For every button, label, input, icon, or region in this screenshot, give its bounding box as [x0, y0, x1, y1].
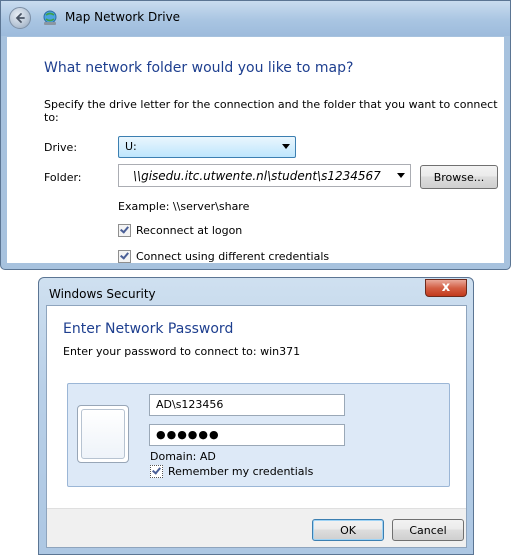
- drive-select-value: U:: [125, 140, 137, 153]
- username-input[interactable]: AD\s123456: [149, 394, 345, 416]
- credentials-checkbox-row[interactable]: Connect using different credentials: [118, 250, 329, 263]
- example-text: Example: \\server\share: [118, 200, 250, 213]
- network-drive-icon: [43, 10, 57, 25]
- title-bar: Map Network Drive: [1, 1, 510, 36]
- arrow-left-icon: [15, 13, 25, 23]
- window-title: Map Network Drive: [65, 10, 181, 24]
- window-title: Windows Security: [49, 287, 156, 301]
- checkmark-icon: [120, 224, 129, 234]
- dialog-content: What network folder would you like to ma…: [7, 37, 504, 263]
- folder-label: Folder:: [44, 171, 82, 184]
- back-button[interactable]: [9, 7, 31, 29]
- dialog-heading: Enter Network Password: [63, 321, 234, 337]
- chevron-down-icon: [282, 144, 290, 149]
- map-network-drive-window: Map Network Drive What network folder wo…: [0, 0, 511, 270]
- chevron-down-icon[interactable]: [397, 173, 405, 178]
- dialog-subtitle: Enter your password to connect to: win37…: [63, 345, 301, 358]
- credentials-label: Connect using different credentials: [136, 250, 330, 263]
- credentials-checkbox[interactable]: [118, 250, 131, 263]
- reconnect-checkbox-row[interactable]: Reconnect at logon: [118, 224, 242, 237]
- checkmark-icon: [152, 465, 161, 475]
- browse-button[interactable]: Browse...: [420, 165, 498, 189]
- drive-select[interactable]: U:: [118, 136, 296, 158]
- instructions-text: Specify the drive letter for the connect…: [44, 98, 498, 124]
- user-tile-icon: [77, 405, 129, 463]
- remember-credentials-checkbox[interactable]: [150, 465, 163, 478]
- folder-input-value: \\gisedu.itc.utwente.nl\student\s1234567: [133, 169, 381, 183]
- reconnect-checkbox[interactable]: [118, 224, 131, 237]
- ok-button[interactable]: OK: [312, 519, 384, 541]
- drive-label: Drive:: [44, 141, 78, 154]
- domain-text: Domain: AD: [150, 450, 216, 463]
- reconnect-label: Reconnect at logon: [136, 224, 243, 237]
- checkmark-icon: [120, 250, 129, 260]
- folder-input[interactable]: \\gisedu.itc.utwente.nl\student\s1234567: [118, 164, 411, 187]
- credential-tile[interactable]: AD\s123456 ●●●●●● Domain: AD Remember my…: [67, 383, 450, 487]
- windows-security-dialog: Windows Security x Enter Network Passwor…: [38, 277, 474, 555]
- password-input[interactable]: ●●●●●●: [149, 424, 345, 446]
- dialog-content: Enter Network Password Enter your passwo…: [46, 305, 467, 548]
- dialog-footer: OK Cancel: [47, 508, 466, 547]
- page-title: What network folder would you like to ma…: [44, 60, 354, 76]
- remember-credentials-row[interactable]: Remember my credentials: [150, 465, 313, 478]
- close-icon: x: [441, 280, 451, 295]
- close-button[interactable]: x: [425, 279, 467, 297]
- cancel-button[interactable]: Cancel: [392, 519, 464, 541]
- remember-credentials-label: Remember my credentials: [168, 465, 314, 478]
